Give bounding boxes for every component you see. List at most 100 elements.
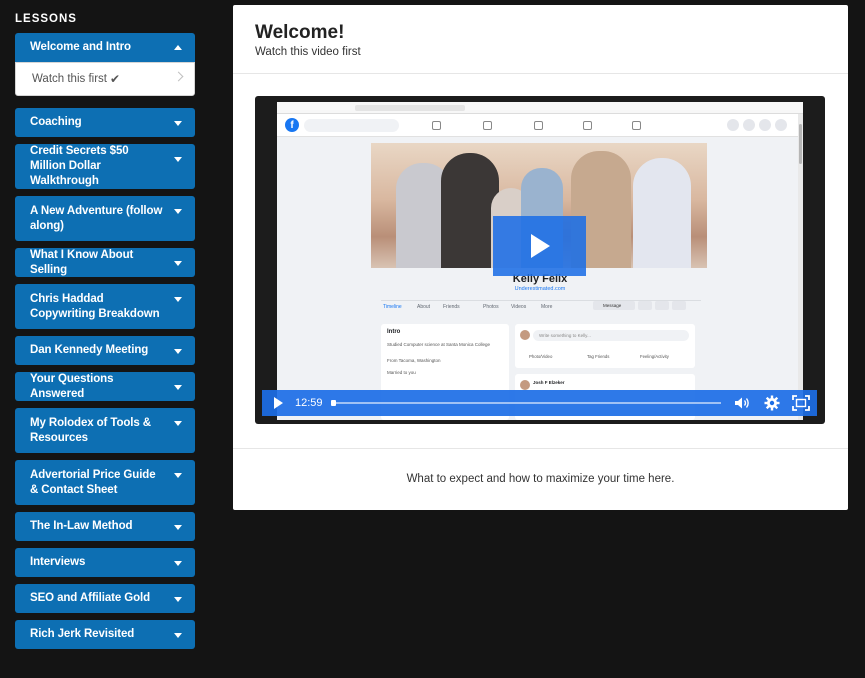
chevron-down-icon <box>174 473 182 478</box>
browser-scrollbar <box>798 114 803 420</box>
chevron-down-icon <box>174 560 182 566</box>
post-author: Josh F Elzeker <box>533 380 565 385</box>
lesson-title: Welcome and Intro <box>30 41 131 53</box>
lesson-rich-jerk-revisited[interactable]: Rich Jerk Revisited <box>15 620 195 649</box>
profile-tabs: Timeline About Friends Photos Videos Mor… <box>381 300 701 313</box>
lesson-panel: Welcome! Watch this video first f Kelly … <box>233 5 848 510</box>
lesson-title: What I Know About Selling <box>30 248 134 276</box>
marketplace-icon <box>583 121 592 130</box>
add-icon <box>727 119 739 131</box>
volume-icon[interactable] <box>734 396 750 410</box>
chevron-down-icon <box>174 297 182 302</box>
more-icon <box>672 301 686 310</box>
facebook-header: f <box>277 114 803 137</box>
lesson-a-new-adventure[interactable]: A New Adventure (follow along) <box>15 196 195 241</box>
groups-icon <box>632 121 641 130</box>
profile-tab: Photos <box>483 304 499 310</box>
lesson-credit-secrets[interactable]: Credit Secrets $50 Million Dollar Walkth… <box>15 144 195 189</box>
lessons-heading: LESSONS <box>15 13 77 25</box>
lessons-sidebar: LESSONS Welcome and Intro Watch this fir… <box>15 0 195 656</box>
chevron-right-icon <box>173 71 184 82</box>
facebook-logo-icon: f <box>285 118 299 132</box>
chevron-down-icon <box>174 421 182 426</box>
chevron-up-icon <box>174 44 182 50</box>
intro-heading: Intro <box>387 329 401 335</box>
intro-line: Married to you <box>387 370 416 375</box>
message-button: Message <box>593 301 635 310</box>
composer-input: Write something to Kelly... <box>533 330 689 341</box>
profile-tab: About <box>417 304 431 310</box>
lesson-title: Welcome! <box>255 22 345 43</box>
lesson-welcome-and-intro[interactable]: Welcome and Intro <box>15 33 195 62</box>
chevron-down-icon <box>174 209 182 214</box>
call-icon <box>638 301 652 310</box>
lesson-title: The In-Law Method <box>30 520 133 532</box>
lesson-what-i-know-about-selling[interactable]: What I Know About Selling <box>15 248 195 277</box>
lesson-title: Rich Jerk Revisited <box>30 628 135 640</box>
chevron-down-icon <box>174 348 182 354</box>
lesson-subtitle: Watch this video first <box>255 46 361 58</box>
progress-bar[interactable] <box>331 400 721 406</box>
lesson-chris-haddad[interactable]: Chris Haddad Copywriting Breakdown <box>15 284 195 329</box>
lesson-title: Credit Secrets $50 Million Dollar Walkth… <box>30 145 129 187</box>
profile-handle: Underestimated.com <box>514 286 566 292</box>
composer-card: Write something to Kelly... Photo/Video … <box>515 324 695 368</box>
facebook-search <box>304 119 399 132</box>
chevron-down-icon <box>174 260 182 266</box>
intro-line: From Tacoma, Washington <box>387 358 441 363</box>
fullscreen-icon[interactable] <box>792 395 810 411</box>
lesson-dan-kennedy-meeting[interactable]: Dan Kennedy Meeting <box>15 336 195 365</box>
lesson-title: My Rolodex of Tools & Resources <box>30 416 151 444</box>
video-icon <box>534 121 543 130</box>
composer-action: Feeling/Activity <box>640 354 669 359</box>
video-time: 12:59 <box>295 397 323 409</box>
sub-lesson-label: Watch this first <box>32 73 107 85</box>
checkmark-icon: ✔ <box>109 72 121 86</box>
profile-icon <box>655 301 669 310</box>
lesson-title: Interviews <box>30 556 86 568</box>
lesson-header: Welcome! Watch this video first <box>233 5 848 74</box>
lesson-advertorial-price-guide[interactable]: Advertorial Price Guide & Contact Sheet <box>15 460 195 505</box>
flag-icon <box>483 121 492 130</box>
video-controls: 12:59 <box>262 390 817 416</box>
lesson-title: Advertorial Price Guide & Contact Sheet <box>30 468 156 496</box>
lesson-title: SEO and Affiliate Gold <box>30 592 151 604</box>
browser-toolbar <box>277 102 803 114</box>
avatar <box>520 380 530 390</box>
gear-icon[interactable] <box>764 395 780 411</box>
browser-url-bar <box>355 105 465 111</box>
progress-handle[interactable] <box>331 400 336 406</box>
play-icon <box>531 234 550 258</box>
bell-icon <box>759 119 771 131</box>
chevron-down-icon <box>174 384 182 390</box>
profile-tab: Friends <box>443 304 460 310</box>
lesson-description: What to expect and how to maximize your … <box>406 473 675 485</box>
lesson-title: A New Adventure (follow along) <box>30 204 163 232</box>
chevron-down-icon <box>174 596 182 602</box>
profile-tab: Timeline <box>383 304 402 310</box>
video-player[interactable]: f Kelly Felix Underestimated.com Timelin… <box>255 96 825 424</box>
chevron-down-icon <box>174 524 182 530</box>
chevron-down-icon <box>174 120 182 126</box>
chevron-down-icon <box>775 119 787 131</box>
lesson-title: Your Questions Answered <box>30 372 114 400</box>
messenger-icon <box>743 119 755 131</box>
home-icon <box>432 121 441 130</box>
chevron-down-icon <box>174 632 182 638</box>
video-section: f Kelly Felix Underestimated.com Timelin… <box>233 74 848 449</box>
lesson-your-questions-answered[interactable]: Your Questions Answered <box>15 372 195 401</box>
sub-lesson-watch-this-first[interactable]: Watch this first ✔ <box>15 62 195 96</box>
intro-line: Studied Computer science at Santa Monica… <box>387 342 491 347</box>
lesson-title: Dan Kennedy Meeting <box>30 344 149 356</box>
big-play-button[interactable] <box>493 216 586 276</box>
lesson-my-rolodex[interactable]: My Rolodex of Tools & Resources <box>15 408 195 453</box>
lesson-seo-and-affiliate-gold[interactable]: SEO and Affiliate Gold <box>15 584 195 613</box>
lesson-coaching[interactable]: Coaching <box>15 108 195 137</box>
play-icon[interactable] <box>274 397 283 409</box>
profile-tab: Videos <box>511 304 527 310</box>
lesson-interviews[interactable]: Interviews <box>15 548 195 577</box>
profile-tab: More <box>541 304 553 310</box>
avatar <box>520 330 530 340</box>
lesson-the-in-law-method[interactable]: The In-Law Method <box>15 512 195 541</box>
composer-action: Photo/Video <box>529 354 553 359</box>
